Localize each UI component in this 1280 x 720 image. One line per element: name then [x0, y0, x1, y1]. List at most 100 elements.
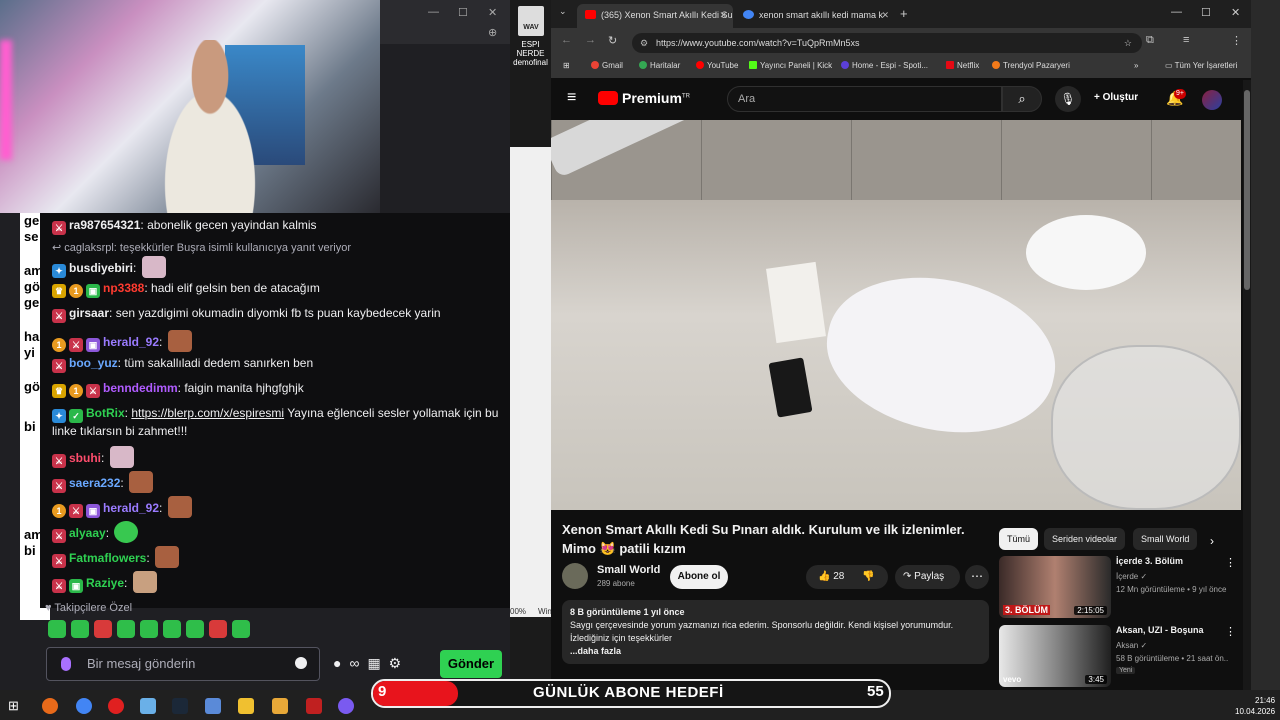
video-player[interactable]: [551, 120, 1241, 510]
more-actions-icon[interactable]: ⋯: [965, 565, 989, 589]
maximize-icon[interactable]: ☐: [458, 6, 468, 19]
chat-username[interactable]: Raziye: [86, 576, 124, 590]
chip-all[interactable]: Tümü: [999, 528, 1039, 550]
chat-username[interactable]: saera232: [69, 476, 120, 490]
maximize-icon[interactable]: ☐: [1201, 6, 1211, 19]
tab-youtube[interactable]: (365) Xenon Smart Akıllı Kedi Su ✕: [577, 4, 733, 28]
chevron-right-icon[interactable]: ›: [1210, 534, 1214, 548]
apps-icon[interactable]: ⊞: [563, 61, 570, 70]
taskbar-app-icon[interactable]: [338, 698, 354, 714]
close-icon[interactable]: ✕: [488, 6, 497, 19]
all-bookmarks[interactable]: ▭ Tüm Yer İşaretleri: [1165, 61, 1237, 70]
more-options-icon[interactable]: ⋮: [1225, 625, 1236, 638]
back-icon[interactable]: ←: [561, 34, 572, 46]
zoom-icon[interactable]: ⊕: [488, 26, 497, 39]
chat-username[interactable]: girsaar: [69, 306, 109, 320]
emoji-icon[interactable]: [295, 657, 307, 669]
forward-icon[interactable]: →: [585, 34, 596, 46]
steam-icon[interactable]: [172, 698, 188, 714]
video-description[interactable]: 8 B görüntüleme 1 yıl önce Saygı çerçeve…: [562, 600, 989, 664]
taskbar-app-icon[interactable]: [140, 698, 156, 714]
close-tab-icon[interactable]: ✕: [881, 4, 889, 26]
chat-username[interactable]: alyaay: [69, 526, 106, 540]
chat-username[interactable]: herald_92: [103, 501, 159, 515]
create-button[interactable]: + Oluştur: [1094, 92, 1138, 103]
kicks-icon[interactable]: ●∞: [333, 655, 367, 671]
emote-icon[interactable]: [209, 620, 227, 638]
chat-username[interactable]: sbuhi: [69, 451, 101, 465]
taskbar-app-icon[interactable]: [42, 698, 58, 714]
hamburger-menu-icon[interactable]: ≡: [567, 89, 576, 107]
chat-reply-header[interactable]: ↩ caglaksrpl: teşekkürler Buşra isimli k…: [52, 240, 502, 256]
show-more-link[interactable]: ...daha fazla: [570, 645, 981, 658]
chat-link[interactable]: https://blerp.com/x/espiresmi: [131, 406, 284, 420]
send-button[interactable]: Gönder: [440, 650, 502, 678]
bookmark-kick[interactable]: Yayıncı Paneli | Kick: [749, 61, 832, 70]
taskbar-app-icon[interactable]: [272, 698, 288, 714]
thumbs-down-icon[interactable]: 👎: [862, 565, 874, 589]
media-icon[interactable]: ≡: [1183, 34, 1189, 46]
microphone-icon[interactable]: [61, 657, 71, 671]
scrollbar-thumb[interactable]: [1244, 90, 1250, 290]
opera-icon[interactable]: [108, 698, 124, 714]
recommended-video[interactable]: 3. BÖLÜM 2:15:05 İçerde 3. Bölüm İçerde …: [999, 556, 1239, 618]
chat-username[interactable]: herald_92: [103, 335, 159, 349]
bookmark-star-icon[interactable]: ☆: [1124, 33, 1132, 53]
emote-icon[interactable]: [186, 620, 204, 638]
emote-icon[interactable]: [232, 620, 250, 638]
store-icon[interactable]: ▦: [367, 655, 388, 671]
chat-username[interactable]: boo_yuz: [69, 356, 118, 370]
channel-avatar[interactable]: [562, 563, 588, 589]
start-icon[interactable]: ⊞: [8, 698, 24, 714]
extensions-icon[interactable]: ⧉: [1146, 34, 1154, 47]
chrome-icon[interactable]: [76, 698, 92, 714]
address-bar[interactable]: ⚙ https://www.youtube.com/watch?v=TuQpRmM…: [632, 33, 1142, 53]
voice-search-button[interactable]: 🎙: [1055, 86, 1081, 112]
system-clock[interactable]: 21:46 10.04.2026: [1235, 695, 1275, 717]
taskbar-app-icon[interactable]: [205, 698, 221, 714]
more-options-icon[interactable]: ⋮: [1225, 556, 1236, 569]
share-button[interactable]: ↷ Paylaş: [895, 565, 960, 589]
search-button[interactable]: ⌕: [1002, 86, 1042, 112]
wav-file-icon[interactable]: WAV: [518, 6, 544, 36]
new-tab-icon[interactable]: +: [900, 6, 908, 21]
settings-icon[interactable]: ⚙: [389, 655, 410, 671]
folder-icon[interactable]: [238, 698, 254, 714]
chat-username[interactable]: BotRix: [86, 406, 125, 420]
chip-channel[interactable]: Small World: [1133, 528, 1198, 550]
chat-username[interactable]: ra987654321: [69, 218, 140, 232]
close-tab-icon[interactable]: ✕: [719, 4, 727, 26]
minimize-icon[interactable]: —: [428, 6, 439, 18]
chat-username[interactable]: np3388: [103, 281, 144, 295]
bookmark-youtube[interactable]: YouTube: [696, 61, 738, 70]
emote-icon[interactable]: [163, 620, 181, 638]
site-info-icon[interactable]: ⚙: [640, 33, 648, 53]
account-avatar[interactable]: [1202, 90, 1222, 110]
emote-icon[interactable]: [117, 620, 135, 638]
desktop-icon-label[interactable]: ESPI NERDE demofinal: [510, 40, 551, 67]
bookmark-netflix[interactable]: Netflix: [946, 61, 979, 70]
bookmark-trendyol[interactable]: Trendyol Pazaryeri: [992, 61, 1070, 70]
chat-username[interactable]: Fatmaflowers: [69, 551, 146, 565]
chat-username[interactable]: busdiyebiri: [69, 261, 133, 275]
menu-icon[interactable]: ⋮: [1231, 34, 1242, 47]
close-icon[interactable]: ✕: [1231, 6, 1240, 19]
video-thumbnail[interactable]: 3. BÖLÜM 2:15:05: [999, 556, 1111, 618]
emote-icon[interactable]: [140, 620, 158, 638]
channel-name[interactable]: Small World: [597, 564, 660, 576]
youtube-search-input[interactable]: Ara: [727, 86, 1002, 112]
emote-icon[interactable]: [48, 620, 66, 638]
video-thumbnail[interactable]: vevo 3:45: [999, 625, 1111, 687]
chip-series[interactable]: Seriden videolar: [1044, 528, 1126, 550]
minimize-icon[interactable]: —: [1171, 6, 1182, 18]
subscribe-button[interactable]: Abone ol: [670, 565, 728, 589]
bookmark-gmail[interactable]: Gmail: [591, 61, 623, 70]
taskbar-app-icon[interactable]: [306, 698, 322, 714]
like-button[interactable]: 👍 28 👎: [806, 565, 888, 589]
recommended-video[interactable]: vevo 3:45 Aksan, UZI - Boşuna Aksan ✓ 58…: [999, 625, 1239, 687]
emote-icon[interactable]: [71, 620, 89, 638]
more-bookmarks-icon[interactable]: »: [1134, 61, 1138, 70]
chat-message-input[interactable]: Bir mesaj gönderin: [46, 647, 320, 681]
reload-icon[interactable]: ↻: [608, 34, 617, 47]
page-scrollbar[interactable]: [1243, 80, 1251, 690]
